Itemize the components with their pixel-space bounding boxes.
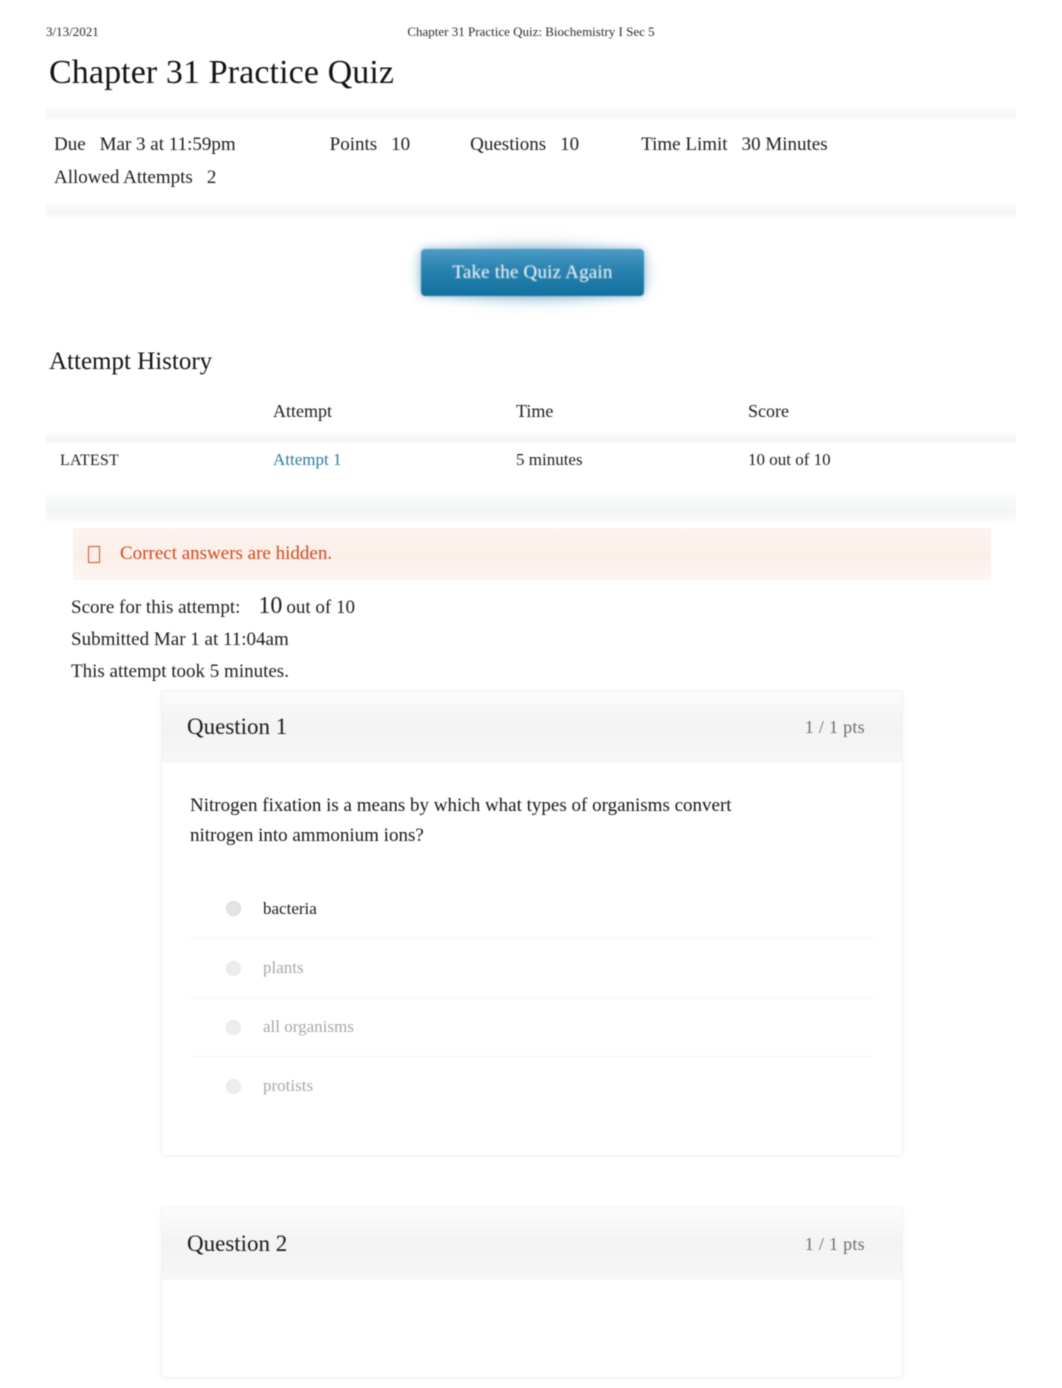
questions-value: 10 bbox=[560, 134, 580, 155]
time-limit-label: Time Limit bbox=[641, 134, 728, 155]
question-header: Question 2 1 / 1 pts bbox=[162, 1208, 902, 1280]
attempt-summary: Score for this attempt: 10 out of 10 Submi… bbox=[71, 590, 771, 688]
points-value: 10 bbox=[391, 134, 411, 155]
answer-list: bacteria plants all organisms protists bbox=[190, 879, 874, 1115]
quiz-details-line-1: Due Mar 3 at 11:59pm Points 10 Questions… bbox=[46, 128, 1016, 161]
answer-option[interactable]: all organisms bbox=[190, 997, 874, 1056]
attempt-time: 5 minutes bbox=[516, 450, 583, 469]
points-label: Points bbox=[329, 134, 378, 155]
score-for-attempt-suffix: out of 10 bbox=[286, 597, 355, 618]
answer-option[interactable]: protists bbox=[190, 1056, 874, 1115]
attempt-1-link[interactable]: Attempt 1 bbox=[273, 450, 341, 469]
table-row: LATEST Attempt 1 5 minutes 10 out of 10 bbox=[46, 444, 1016, 485]
question-body bbox=[162, 1280, 902, 1388]
radio-button-icon[interactable] bbox=[226, 901, 241, 916]
quiz-details-line-2: Allowed Attempts 2 bbox=[46, 161, 1016, 194]
answer-label: protists bbox=[263, 1076, 314, 1095]
attempt-cell: Attempt 1 bbox=[273, 450, 516, 470]
table-header-row: Attempt Time Score bbox=[46, 401, 1016, 433]
question-header: Question 1 1 / 1 pts bbox=[162, 691, 902, 763]
score-for-attempt-label: Score for this attempt: bbox=[71, 597, 241, 618]
table-footer-rule bbox=[46, 493, 1016, 523]
radio-button-icon[interactable] bbox=[226, 1078, 241, 1094]
due-value: Mar 3 at 11:59pm bbox=[99, 134, 236, 155]
table-header-rule bbox=[46, 433, 1016, 444]
warning-box-icon bbox=[88, 545, 100, 563]
column-header-attempt: Attempt bbox=[273, 401, 332, 421]
latest-badge: LATEST bbox=[60, 452, 119, 469]
question-body: Nitrogen fixation is a means by which wh… bbox=[162, 763, 902, 1115]
answer-option[interactable]: bacteria bbox=[190, 879, 874, 938]
divider-top bbox=[46, 108, 1016, 120]
answer-label: all organisms bbox=[263, 1017, 354, 1036]
allowed-attempts-value: 2 bbox=[206, 167, 217, 188]
answer-option[interactable]: plants bbox=[190, 938, 874, 997]
divider-bottom bbox=[46, 204, 1016, 218]
question-card: Question 1 1 / 1 pts Nitrogen fixation i… bbox=[162, 691, 902, 1155]
print-header: 3/13/2021 Chapter 31 Practice Quiz: Bioc… bbox=[0, 24, 1062, 42]
page-title: Chapter 31 Practice Quiz bbox=[49, 54, 395, 91]
time-limit-value: 30 Minutes bbox=[741, 134, 828, 155]
attempt-score: 10 out of 10 bbox=[748, 450, 831, 469]
quiz-details-rows: Due Mar 3 at 11:59pm Points 10 Questions… bbox=[46, 120, 1016, 200]
question-points: 1 / 1 pts bbox=[804, 1233, 865, 1254]
due-label: Due bbox=[54, 134, 86, 155]
score-for-attempt-value: 10 bbox=[258, 593, 283, 619]
answer-label: bacteria bbox=[263, 898, 317, 918]
questions-label: Questions bbox=[470, 134, 547, 155]
radio-button-icon[interactable] bbox=[226, 1019, 241, 1035]
print-document-title: Chapter 31 Practice Quiz: Biochemistry I… bbox=[407, 24, 655, 39]
radio-button-icon[interactable] bbox=[226, 960, 241, 976]
question-title: Question 2 bbox=[187, 1231, 288, 1256]
score-for-attempt-line: Score for this attempt: 10 out of 10 bbox=[71, 590, 771, 624]
question-card: Question 2 1 / 1 pts bbox=[162, 1208, 902, 1377]
allowed-attempts-label: Allowed Attempts bbox=[54, 167, 193, 188]
attempt-history-table: Attempt Time Score LATEST Attempt 1 5 mi… bbox=[46, 401, 1016, 523]
question-text: Nitrogen fixation is a means by which wh… bbox=[190, 795, 732, 846]
quiz-details: Due Mar 3 at 11:59pm Points 10 Questions… bbox=[46, 108, 1016, 218]
column-header-time: Time bbox=[516, 401, 554, 421]
hidden-answers-notice-text: Correct answers are hidden. bbox=[120, 543, 333, 564]
take-quiz-again-button[interactable]: Take the Quiz Again bbox=[421, 249, 644, 296]
attempt-history-heading: Attempt History bbox=[49, 348, 213, 375]
submitted-line: Submitted Mar 1 at 11:04am bbox=[71, 629, 289, 650]
answer-label: plants bbox=[263, 958, 304, 977]
question-title: Question 1 bbox=[187, 714, 288, 739]
hidden-answers-notice: Correct answers are hidden. bbox=[73, 528, 991, 580]
question-points: 1 / 1 pts bbox=[804, 716, 865, 737]
duration-line: This attempt took 5 minutes. bbox=[71, 661, 289, 682]
column-header-score: Score bbox=[748, 401, 789, 421]
